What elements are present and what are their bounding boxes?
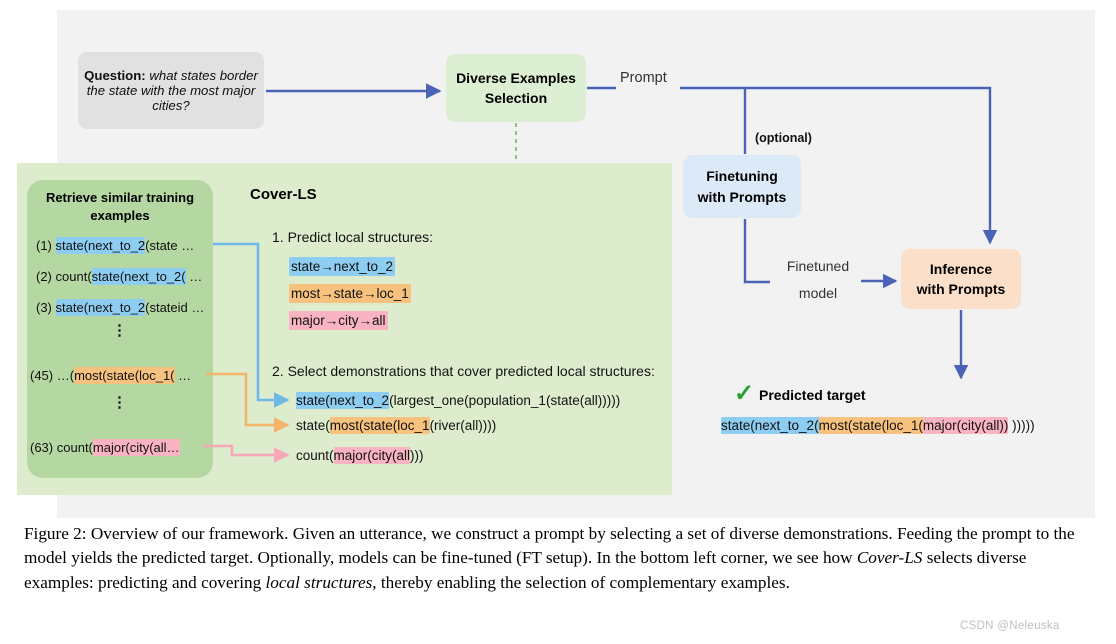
example-post: (state … <box>145 238 195 253</box>
target-part-pink: major(city(all)) <box>922 417 1009 434</box>
demo-pre: count( <box>296 448 334 463</box>
cover-ls-step1-label: 1. Predict local structures: <box>272 229 434 245</box>
demo-highlight: most(state(loc_1 <box>329 417 430 434</box>
demo-post: ))) <box>410 448 424 463</box>
diverse-examples-line2: Selection <box>484 90 548 106</box>
list-item: (45) …(most(state(loc_1( … <box>30 367 192 384</box>
question-box: Question: what states border the state w… <box>78 52 264 129</box>
caption-line4b: , thereby enabling the selection of comp… <box>372 572 790 592</box>
predicted-target-label: Predicted target <box>759 387 866 403</box>
example-number: (3) <box>36 300 52 315</box>
optional-label: (optional) <box>755 131 812 145</box>
example-highlight: state(next_to_2 <box>55 299 146 316</box>
caption-structures: structures <box>304 572 373 592</box>
demonstration-row: state(next_to_2(largest_one(population_1… <box>296 392 621 409</box>
example-number: (2) <box>36 269 52 284</box>
example-pre: count( <box>56 440 93 455</box>
caption-local: local <box>265 572 300 592</box>
example-number: (63) <box>30 440 54 455</box>
finetuning-line2: with Prompts <box>697 188 787 205</box>
figure-caption: Figure 2: Overview of our framework. Giv… <box>24 522 1094 595</box>
inference-line1: Inference <box>929 260 993 277</box>
demo-highlight: state(next_to_2 <box>296 392 390 409</box>
inference-line2: with Prompts <box>916 281 1006 297</box>
caption-line3a: (FT setup). In the bottom left corner, w… <box>516 548 857 568</box>
demonstration-row: count(major(city(all))) <box>296 447 424 464</box>
finetuned-model-line1: Finetuned <box>786 258 850 274</box>
check-icon: ✓ <box>734 380 755 407</box>
demo-highlight: major(city(all <box>333 447 411 464</box>
example-post: … <box>185 269 203 284</box>
example-post: … <box>174 368 192 383</box>
ellipsis-2: ⋮ <box>112 394 127 411</box>
finetuning-with-prompts-box[interactable]: Finetuning with Prompts <box>683 155 801 218</box>
example-pre: count( <box>55 269 92 284</box>
local-structure-pink: major→city→all <box>289 311 388 330</box>
example-highlight: state(next_to_2 <box>55 237 146 254</box>
local-structure-blue: state→next_to_2 <box>289 257 396 276</box>
finetuned-model-line2: model <box>798 284 838 301</box>
diverse-examples-line1: Diverse Examples <box>456 69 576 86</box>
demo-pre: state( <box>296 418 330 433</box>
example-highlight: state(next_to_2( <box>91 268 186 285</box>
target-tail: ))))) <box>1008 418 1035 433</box>
finetuned-model-label: Finetuned model <box>773 253 863 306</box>
cover-ls-title: Cover-LS <box>250 186 317 203</box>
diverse-examples-selection-box[interactable]: Diverse Examples Selection <box>446 54 586 122</box>
target-part-orange: most(state(loc_1( <box>818 417 923 434</box>
local-structure-orange: most→state→loc_1 <box>289 284 411 303</box>
predicted-target-expression: state(next_to_2(most(state(loc_1(major(c… <box>721 417 1035 434</box>
demo-post: (largest_one(population_1(state(all))))) <box>389 393 621 408</box>
caption-cover-ls: Cover-LS <box>856 548 923 568</box>
watermark: CSDN @Neleuska <box>960 620 1060 632</box>
list-item: (2) count(state(next_to_2( … <box>36 268 203 285</box>
inference-with-prompts-box[interactable]: Inference with Prompts <box>901 249 1021 309</box>
figure-container: Question: what states border the state w… <box>0 0 1116 644</box>
cover-ls-step2-label: 2. Select demonstrations that cover pred… <box>272 363 655 379</box>
list-item: (3) state(next_to_2(stateid … <box>36 299 205 316</box>
example-highlight: most(state(loc_1( <box>74 367 175 384</box>
retrieve-title-line1: Retrieve similar training <box>45 190 195 205</box>
example-number: (1) <box>36 238 52 253</box>
demo-post: (river(all)))) <box>429 418 497 433</box>
question-label: Question: <box>84 68 146 83</box>
example-highlight: major(city(all… <box>92 439 180 456</box>
finetuning-line1: Finetuning <box>706 168 778 185</box>
target-part-blue: state(next_to_2( <box>721 417 819 434</box>
example-post: (stateid … <box>145 300 205 315</box>
retrieve-title-line2: examples <box>90 207 150 223</box>
example-number: (45) <box>30 368 54 383</box>
retrieve-title: Retrieve similar training examples <box>32 189 208 224</box>
list-item: (63) count(major(city(all… <box>30 439 180 456</box>
list-item: (1) state(next_to_2(state … <box>36 237 195 254</box>
demonstration-row: state(most(state(loc_1(river(all)))) <box>296 417 497 434</box>
ellipsis-1: ⋮ <box>112 322 127 339</box>
example-pre: …( <box>56 368 75 383</box>
caption-line1: Figure 2: Overview of our framework. Giv… <box>24 524 780 543</box>
prompt-label: Prompt <box>620 70 667 86</box>
